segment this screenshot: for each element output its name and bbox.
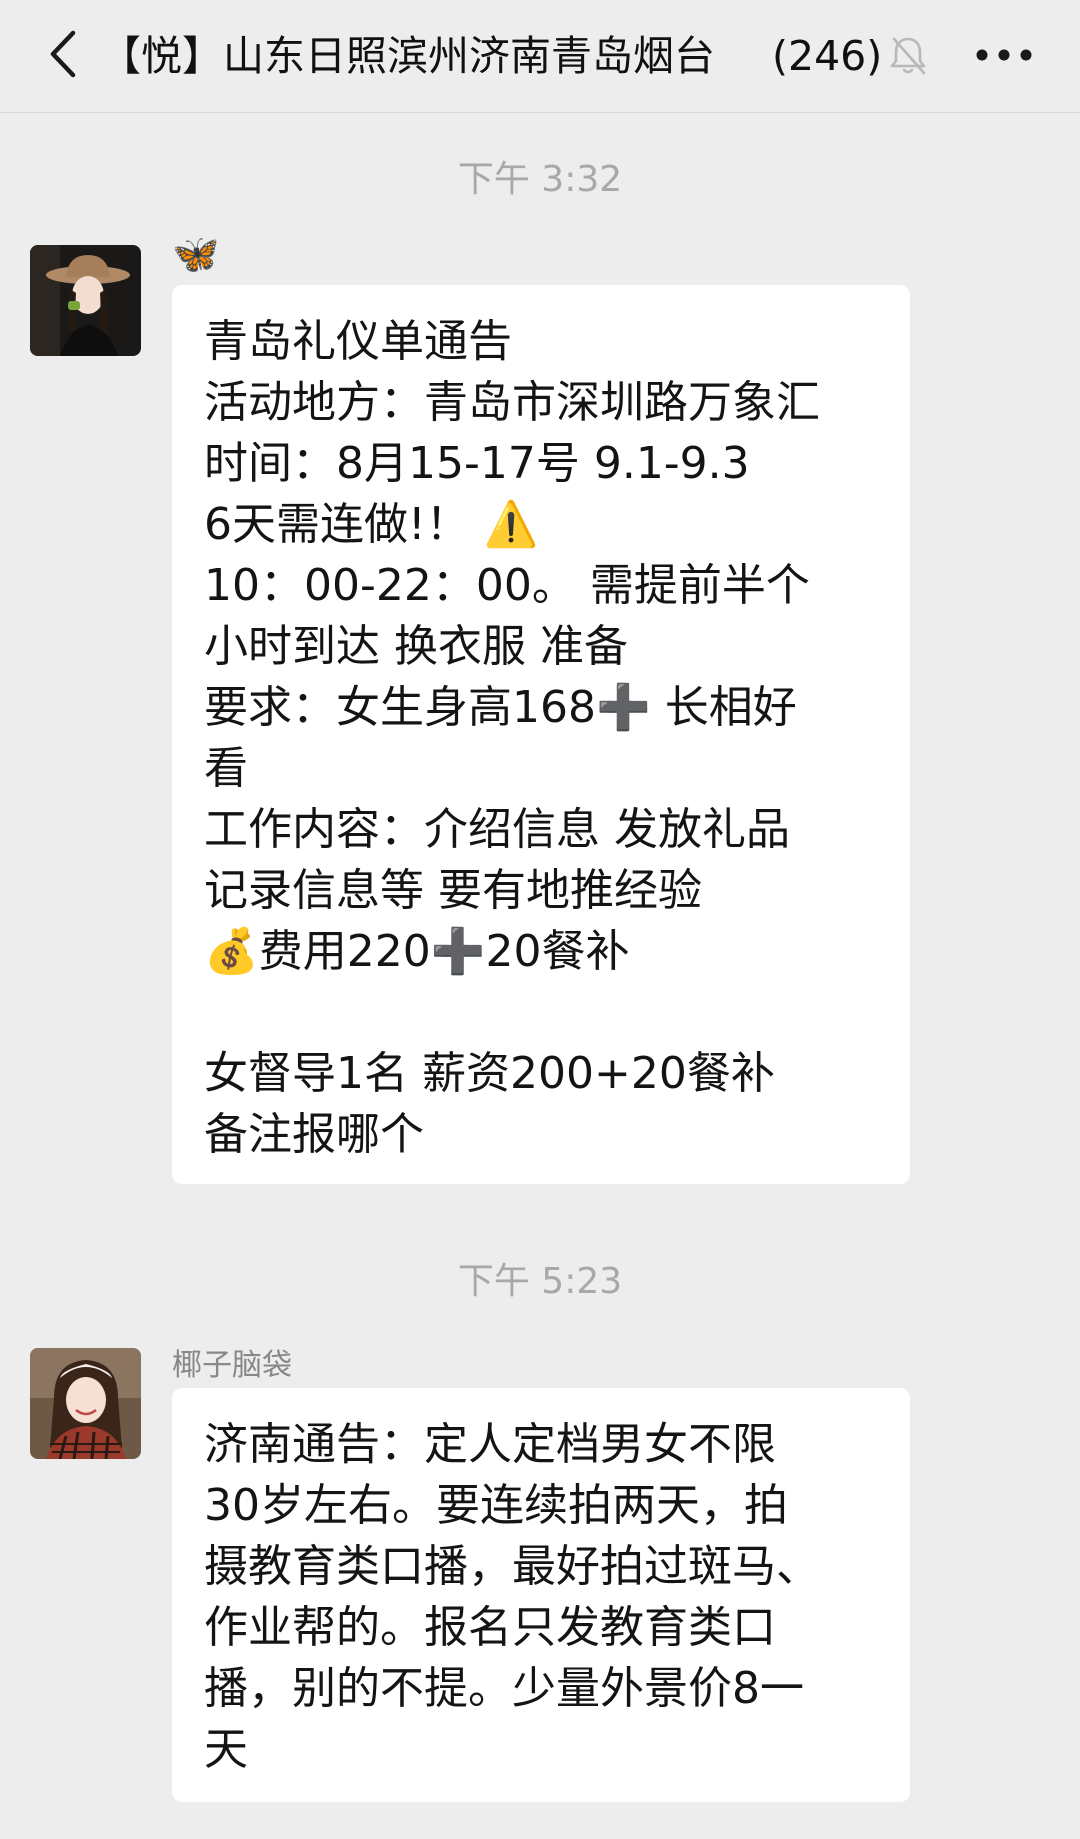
message-line: 💰费用220➕20餐补 <box>204 926 630 977</box>
avatar[interactable] <box>30 1348 141 1459</box>
message-line: 活动地方：青岛市深圳路万象汇 <box>204 377 820 428</box>
message-line: 天 <box>204 1724 248 1775</box>
message-line: 时间：8月15-17号 9.1-9.3 <box>204 438 750 489</box>
member-count: (246) <box>770 30 883 82</box>
message-line: 作业帮的。报名只发教育类口 <box>204 1602 776 1653</box>
message-line: 摄教育类口播，最好拍过斑马、 <box>204 1541 820 1592</box>
avatar-image <box>30 245 141 356</box>
more-button[interactable] <box>968 30 1040 80</box>
message-line: 要求：女生身高168➕ 长相好 <box>204 682 797 733</box>
more-dots-icon <box>976 49 1032 61</box>
avatar-image <box>30 1348 141 1459</box>
message-line: 备注报哪个 <box>204 1109 424 1160</box>
message-line: 6天需连做!！ ⚠️ <box>204 499 539 550</box>
chat-title: 【悦】山东日照滨州济南青岛烟台 <box>100 32 715 80</box>
sender-name: 🦋 <box>172 232 220 276</box>
message-line: 女督导1名 薪资200+20餐补 <box>204 1048 775 1099</box>
message-line: 30岁左右。要连续拍两天，拍 <box>204 1480 788 1531</box>
message-line: 工作内容：介绍信息 发放礼品 <box>204 804 790 855</box>
message-line: 记录信息等 要有地推经验 <box>204 865 702 916</box>
message-timestamp: 下午 3:32 <box>457 159 623 200</box>
message-line: 看 <box>204 743 248 794</box>
avatar[interactable] <box>30 245 141 356</box>
back-button[interactable] <box>34 24 94 84</box>
message-line: 青岛礼仪单通告 <box>204 316 512 367</box>
message-line: 10：00-22：00。 需提前半个 <box>204 560 810 611</box>
sender-name: 椰子脑袋 <box>172 1348 292 1383</box>
chevron-left-icon <box>50 30 76 78</box>
bell-slash-icon <box>890 37 926 75</box>
message-bubble[interactable]: 济南通告：定人定档男女不限 30岁左右。要连续拍两天，拍 摄教育类口播，最好拍过… <box>172 1388 910 1802</box>
message-bubble[interactable]: 青岛礼仪单通告 活动地方：青岛市深圳路万象汇 时间：8月15-17号 9.1-9… <box>172 285 910 1184</box>
message-timestamp: 下午 5:23 <box>457 1261 623 1302</box>
message-line: 小时到达 换衣服 准备 <box>204 621 628 672</box>
message-line-blank <box>204 982 882 1043</box>
chat-header: 【悦】山东日照滨州济南青岛烟台 (246) <box>0 0 1080 113</box>
message-line: 播，别的不提。少量外景价8一 <box>204 1663 804 1714</box>
message-line: 济南通告：定人定档男女不限 <box>204 1419 776 1470</box>
